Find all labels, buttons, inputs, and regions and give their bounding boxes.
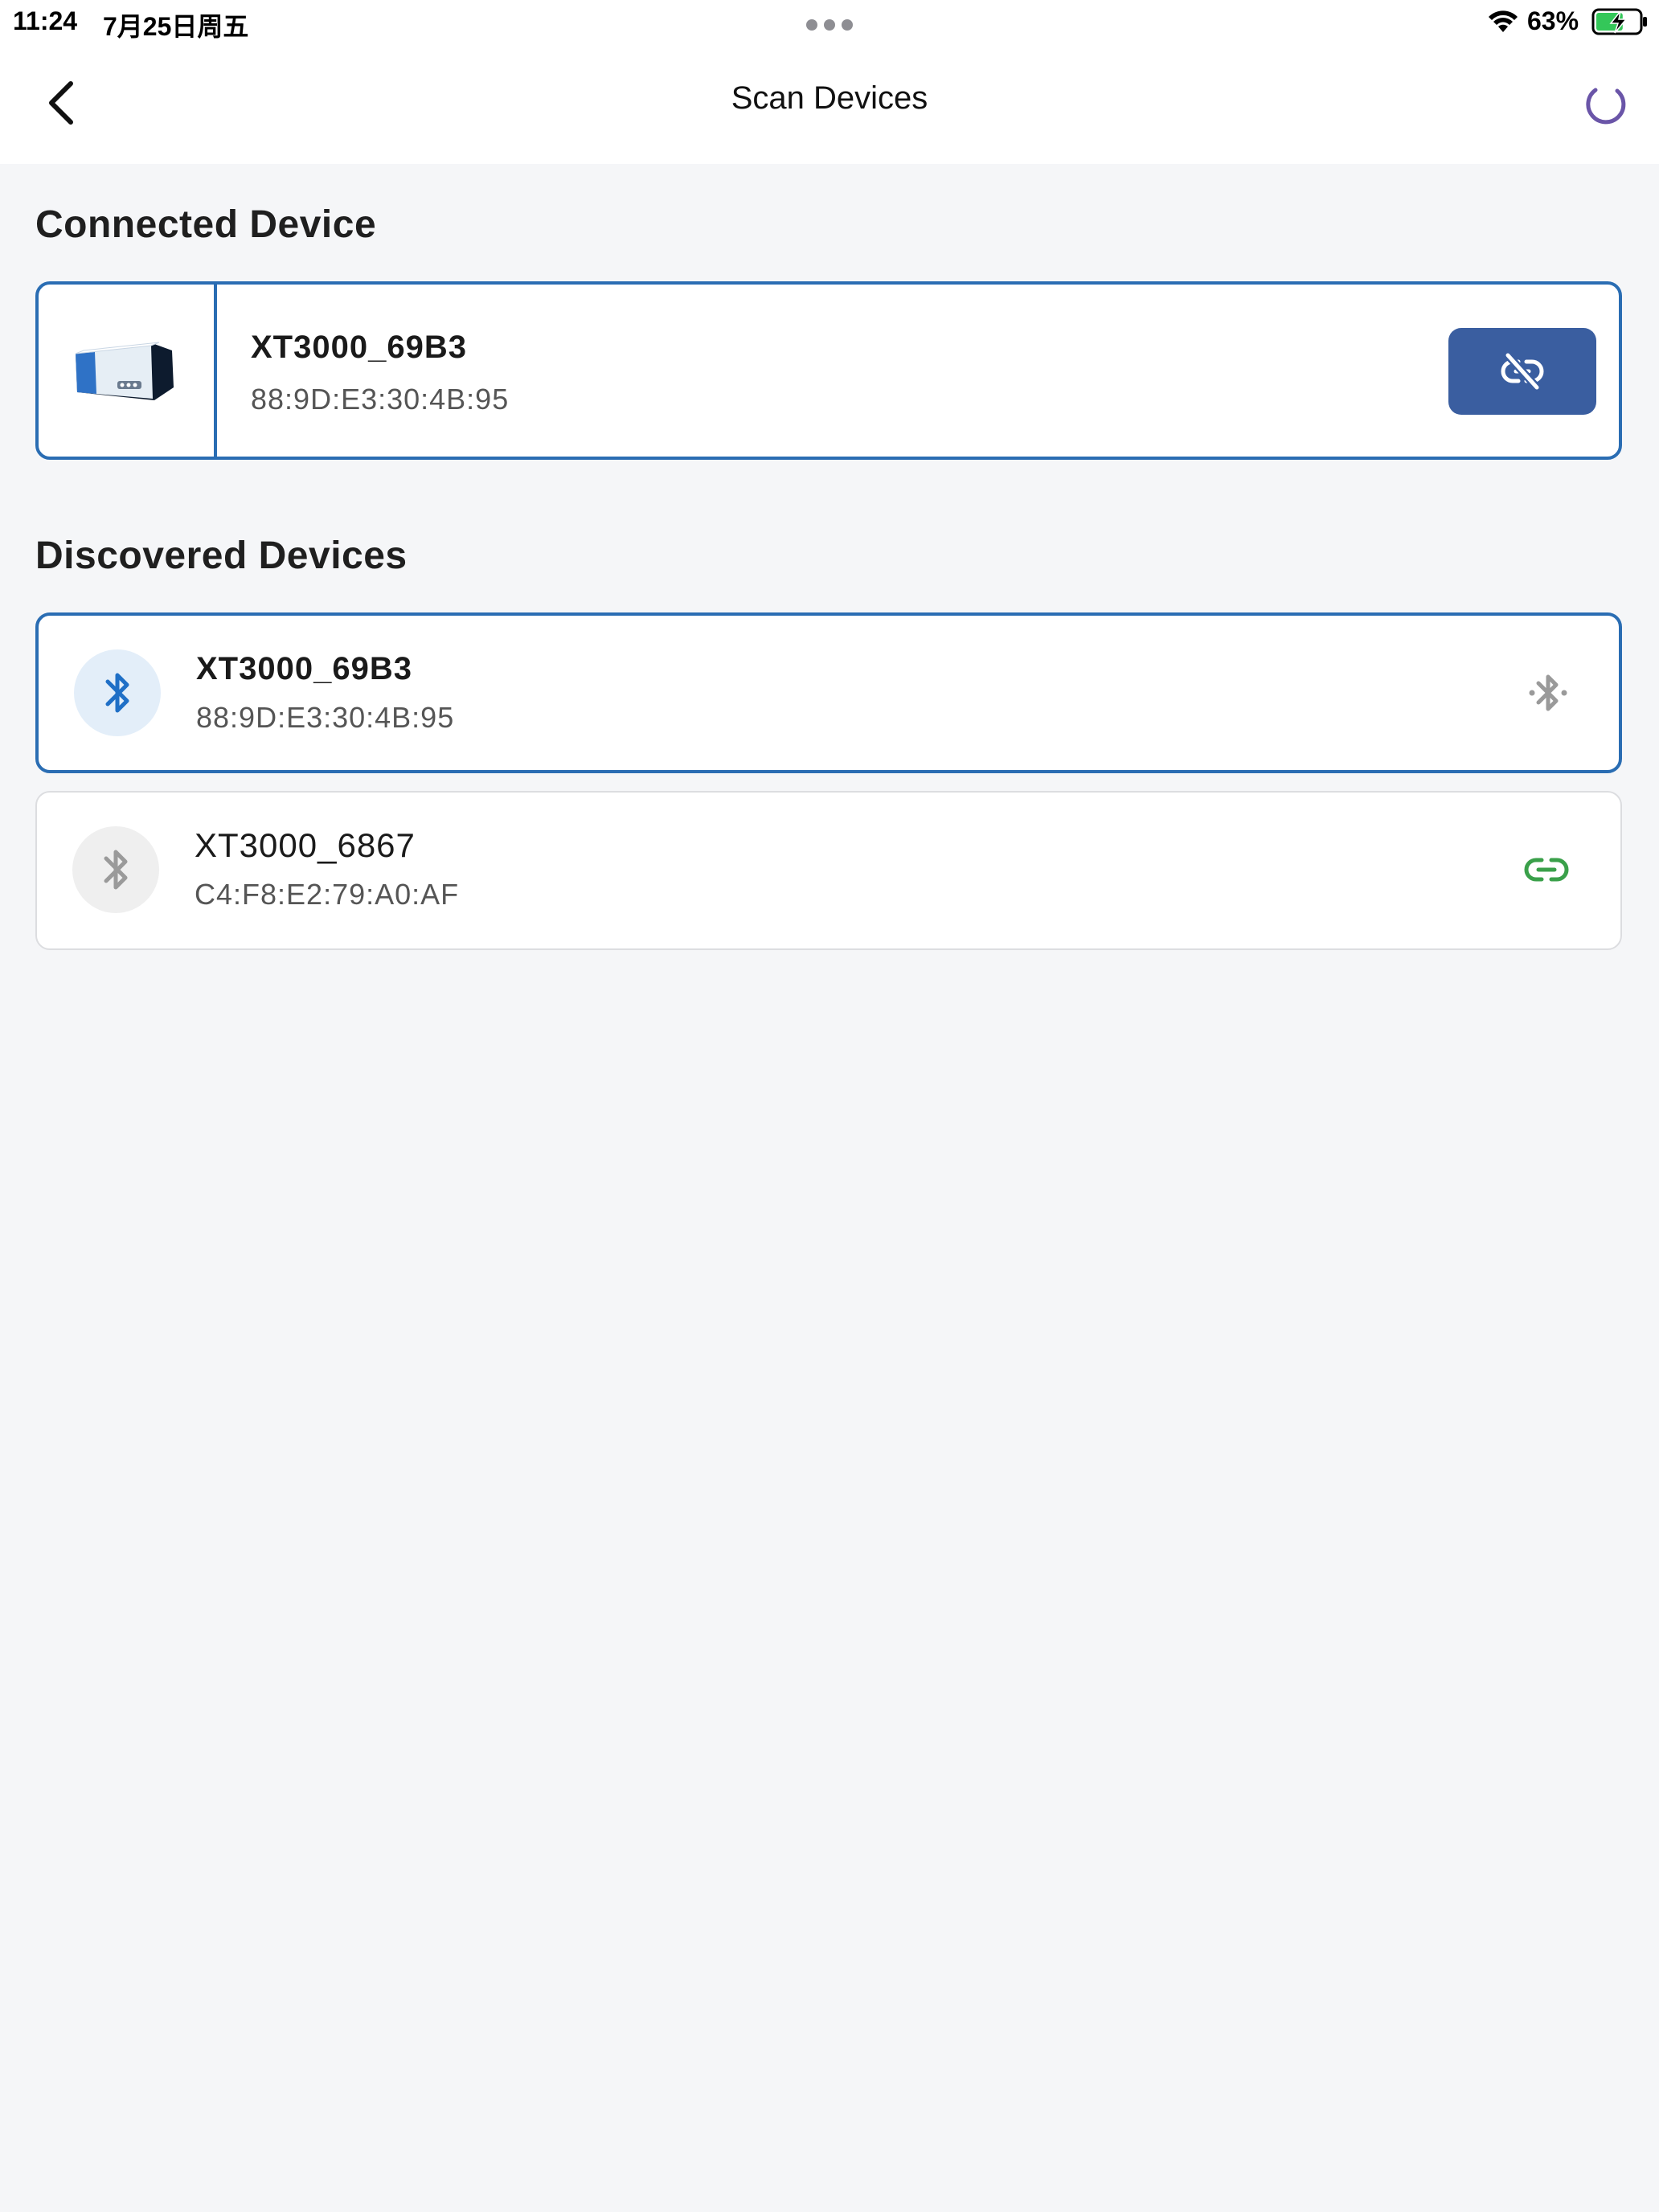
bluetooth-connected-icon[interactable] (1522, 667, 1574, 719)
battery-charging-icon (1591, 8, 1647, 35)
bluetooth-icon (104, 850, 128, 890)
connected-device-name: XT3000_69B3 (251, 330, 467, 365)
unlink-icon (1501, 351, 1544, 391)
status-time: 11:24 (13, 6, 78, 35)
bluetooth-icon (105, 673, 129, 713)
device-mac: C4:F8:E2:79:A0:AF (195, 878, 460, 911)
connected-section-title: Connected Device (35, 203, 377, 246)
wifi-icon (1489, 10, 1518, 32)
device-image-cell (39, 285, 217, 457)
discovered-device-row[interactable]: XT3000_69B3 88:9D:E3:30:4B:95 (35, 612, 1622, 773)
discovered-device-row[interactable]: XT3000_6867 C4:F8:E2:79:A0:AF (35, 791, 1622, 950)
loading-spinner-icon[interactable] (1583, 84, 1628, 129)
multitask-dots-icon[interactable] (805, 18, 854, 32)
device-name: XT3000_69B3 (196, 651, 412, 686)
status-date: 7月25日周五 (103, 12, 249, 41)
top-bar: 11:24 7月25日周五 63% Scan Devices (0, 0, 1659, 164)
device-mac: 88:9D:E3:30:4B:95 (196, 701, 455, 734)
device-name: XT3000_6867 (195, 826, 416, 864)
disconnect-button[interactable] (1448, 328, 1596, 415)
bluetooth-icon-circle (74, 649, 161, 736)
status-bar: 11:24 7月25日周五 63% (0, 0, 1659, 45)
discovered-section-title: Discovered Devices (35, 535, 408, 577)
connected-device-mac: 88:9D:E3:30:4B:95 (251, 383, 510, 416)
page-title: Scan Devices (731, 80, 928, 116)
printer-device-image (75, 342, 174, 400)
link-icon[interactable] (1521, 844, 1572, 895)
bluetooth-icon-circle (72, 826, 159, 913)
connected-device-card: XT3000_69B3 88:9D:E3:30:4B:95 (35, 281, 1622, 460)
battery-percent: 63% (1527, 6, 1579, 35)
